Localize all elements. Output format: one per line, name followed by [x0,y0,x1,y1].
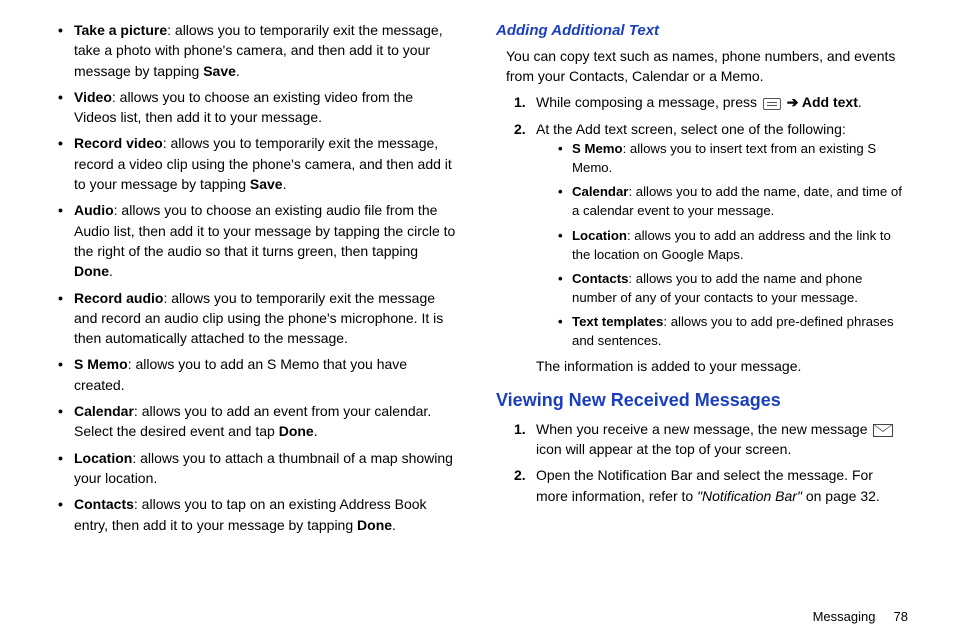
step-text-b: icon will appear at the top of your scre… [536,441,791,457]
page-footer: Messaging 78 [813,609,908,624]
step-number: 2. [514,119,526,139]
footer-section: Messaging [813,609,876,624]
list-item: Calendar: allows you to add the name, da… [560,182,908,220]
list-item: Location: allows you to add an address a… [560,226,908,264]
left-column: Take a picture: allows you to temporaril… [46,20,458,590]
item-label: Audio [74,202,114,218]
item-tail-after: . [109,263,113,279]
list-item: Video: allows you to choose an existing … [62,87,458,128]
item-tail-bold: Done [357,517,392,533]
item-desc: : allows you to choose an existing video… [74,89,413,125]
addtext-steps: 1. While composing a message, press ➔ Add… [496,92,908,376]
item-label: Location [74,450,132,466]
step-text-b: on page 32. [802,488,880,504]
item-label: S Memo [74,356,128,372]
step-bold: Add text [802,94,858,110]
item-tail-after: . [314,423,318,439]
item-tail-bold: Save [250,176,283,192]
menu-icon [763,98,781,110]
item-label: Calendar [74,403,134,419]
item-tail-bold: Done [74,263,109,279]
step-after: . [858,94,862,110]
envelope-icon [873,424,893,437]
list-item: Text templates: allows you to add pre-de… [560,312,908,350]
item-label: Contacts [74,496,134,512]
heading-adding-text: Adding Additional Text [496,20,908,42]
step-number: 2. [514,465,526,485]
list-item: Calendar: allows you to add an event fro… [62,401,458,442]
item-label: Record video [74,135,163,151]
step-item: 2. At the Add text screen, select one of … [514,119,908,377]
step-item: 1. When you receive a new message, the ne… [514,419,908,460]
list-item: Location: allows you to attach a thumbna… [62,448,458,489]
item-tail-bold: Done [279,423,314,439]
footer-page-number: 78 [894,609,908,624]
page-columns: Take a picture: allows you to temporaril… [46,20,908,590]
viewing-steps: 1. When you receive a new message, the ne… [496,419,908,506]
step-item: 1. While composing a message, press ➔ Add… [514,92,908,112]
step-number: 1. [514,92,526,112]
item-label: Calendar [572,184,628,199]
list-item: S Memo: allows you to add an S Memo that… [62,354,458,395]
addtext-intro: You can copy text such as names, phone n… [506,46,908,87]
step-text: When you receive a new message, the new … [536,421,871,437]
heading-viewing-messages: Viewing New Received Messages [496,387,908,413]
addtext-sublist: S Memo: allows you to insert text from a… [536,139,908,350]
step-item: 2.Open the Notification Bar and select t… [514,465,908,506]
list-item: Take a picture: allows you to temporaril… [62,20,458,81]
item-tail-after: . [283,176,287,192]
item-tail-after: . [392,517,396,533]
item-tail-bold: Save [203,63,236,79]
list-item: Record audio: allows you to temporarily … [62,288,458,349]
item-label: Location [572,228,627,243]
item-label: Take a picture [74,22,167,38]
item-tail-after: . [236,63,240,79]
item-label: Contacts [572,271,628,286]
item-label: Video [74,89,112,105]
arrow-icon: ➔ [783,94,802,110]
item-label: S Memo [572,141,623,156]
list-item: Audio: allows you to choose an existing … [62,200,458,281]
step-text: At the Add text screen, select one of th… [536,121,846,137]
list-item: S Memo: allows you to insert text from a… [560,139,908,177]
list-item: Contacts: allows you to add the name and… [560,269,908,307]
right-column: Adding Additional Text You can copy text… [496,20,908,590]
addtext-trailing: The information is added to your message… [536,356,908,376]
list-item: Contacts: allows you to tap on an existi… [62,494,458,535]
item-label: Record audio [74,290,163,306]
step-text: While composing a message, press [536,94,761,110]
attach-options-list: Take a picture: allows you to temporaril… [46,20,458,535]
step-number: 1. [514,419,526,439]
item-label: Text templates [572,314,663,329]
item-desc: : allows you to choose an existing audio… [74,202,455,259]
reference-text: "Notification Bar" [697,488,802,504]
list-item: Record video: allows you to temporarily … [62,133,458,194]
